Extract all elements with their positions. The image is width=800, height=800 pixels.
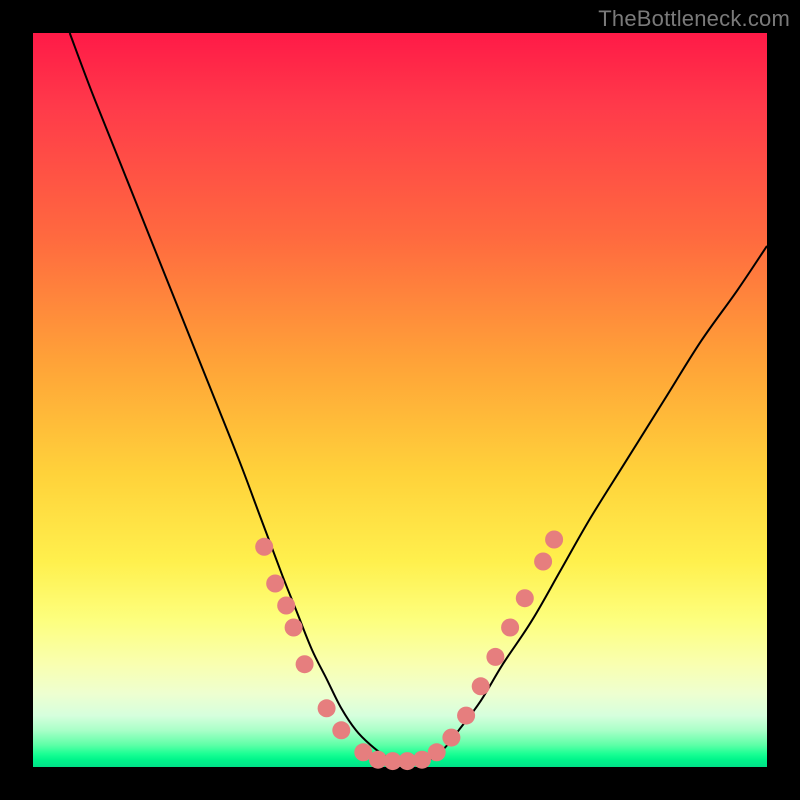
watermark-text: TheBottleneck.com [598, 6, 790, 32]
curve-marker [285, 619, 303, 637]
curve-marker [266, 575, 284, 593]
curve-marker [428, 743, 446, 761]
curve-marker [277, 597, 295, 615]
curve-marker [472, 677, 490, 695]
chart-svg [33, 33, 767, 767]
curve-marker [318, 699, 336, 717]
curve-marker [486, 648, 504, 666]
curve-marker [534, 553, 552, 571]
bottleneck-curve [70, 33, 767, 762]
curve-marker [442, 729, 460, 747]
curve-marker [332, 721, 350, 739]
chart-frame: TheBottleneck.com [0, 0, 800, 800]
curve-markers [255, 531, 563, 771]
plot-area [33, 33, 767, 767]
curve-marker [501, 619, 519, 637]
curve-marker [457, 707, 475, 725]
curve-marker [255, 538, 273, 556]
curve-marker [516, 589, 534, 607]
curve-marker [296, 655, 314, 673]
curve-marker [545, 531, 563, 549]
